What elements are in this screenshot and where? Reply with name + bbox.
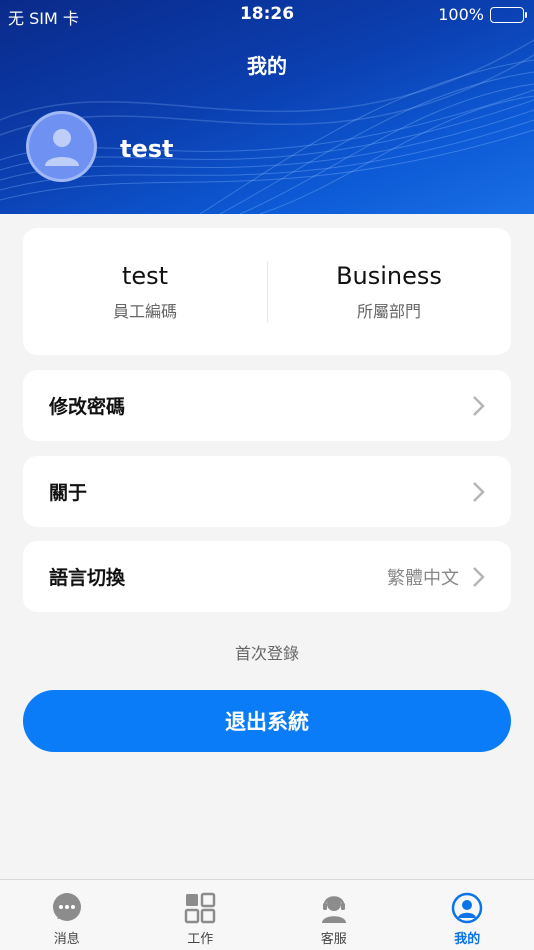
profile-header: 无 SIM 卡 18:26 100% 我的 test bbox=[0, 0, 534, 214]
about-row[interactable]: 關于 bbox=[23, 456, 511, 527]
language-label: 語言切換 bbox=[49, 567, 126, 589]
username: test bbox=[120, 135, 174, 163]
battery-status: 100% bbox=[438, 5, 527, 24]
grid-icon bbox=[185, 892, 216, 924]
support-icon bbox=[321, 896, 346, 923]
department-label: 所屬部門 bbox=[356, 301, 421, 321]
change-password-row[interactable]: 修改密碼 bbox=[23, 370, 511, 441]
wave-background bbox=[0, 39, 534, 214]
page-title: 我的 bbox=[247, 54, 287, 78]
tab-messages-label: 消息 bbox=[53, 932, 80, 947]
chevron-right-icon bbox=[473, 566, 485, 587]
department-block: Business 所屬部門 bbox=[267, 228, 511, 355]
tab-work-label: 工作 bbox=[187, 932, 214, 947]
tab-work[interactable]: 工作 bbox=[134, 880, 268, 950]
battery-percent: 100% bbox=[438, 5, 484, 24]
chat-icon bbox=[52, 893, 81, 921]
profile-icon bbox=[452, 892, 483, 924]
chevron-right-icon bbox=[473, 395, 485, 416]
tab-bar: 消息 工作 客服 我的 bbox=[0, 879, 534, 950]
employee-code-value: test bbox=[121, 261, 169, 290]
status-bar: 无 SIM 卡 18:26 100% bbox=[0, 0, 534, 30]
chevron-right-icon bbox=[473, 481, 485, 502]
language-value: 繁體中文 bbox=[387, 567, 459, 589]
tab-support-label: 客服 bbox=[320, 932, 347, 947]
battery-icon bbox=[490, 6, 527, 23]
language-switch-row[interactable]: 語言切換 繁體中文 bbox=[23, 541, 511, 612]
tab-profile-label: 我的 bbox=[454, 932, 481, 947]
about-label: 關于 bbox=[49, 482, 88, 504]
employee-code-label: 員工編碼 bbox=[112, 301, 177, 321]
employee-code-block: test 員工編碼 bbox=[23, 228, 267, 355]
logout-button[interactable]: 退出系統 bbox=[23, 690, 511, 752]
user-icon bbox=[44, 128, 79, 166]
change-password-label: 修改密碼 bbox=[49, 396, 126, 418]
department-value: Business bbox=[336, 261, 442, 290]
divider bbox=[267, 262, 268, 322]
first-login-text[interactable]: 首次登錄 bbox=[0, 640, 534, 664]
tab-support[interactable]: 客服 bbox=[267, 880, 401, 950]
tab-profile[interactable]: 我的 bbox=[401, 880, 534, 950]
employee-info-card: test 員工編碼 Business 所屬部門 bbox=[23, 228, 511, 355]
tab-messages[interactable]: 消息 bbox=[0, 880, 134, 950]
avatar[interactable] bbox=[26, 111, 97, 182]
